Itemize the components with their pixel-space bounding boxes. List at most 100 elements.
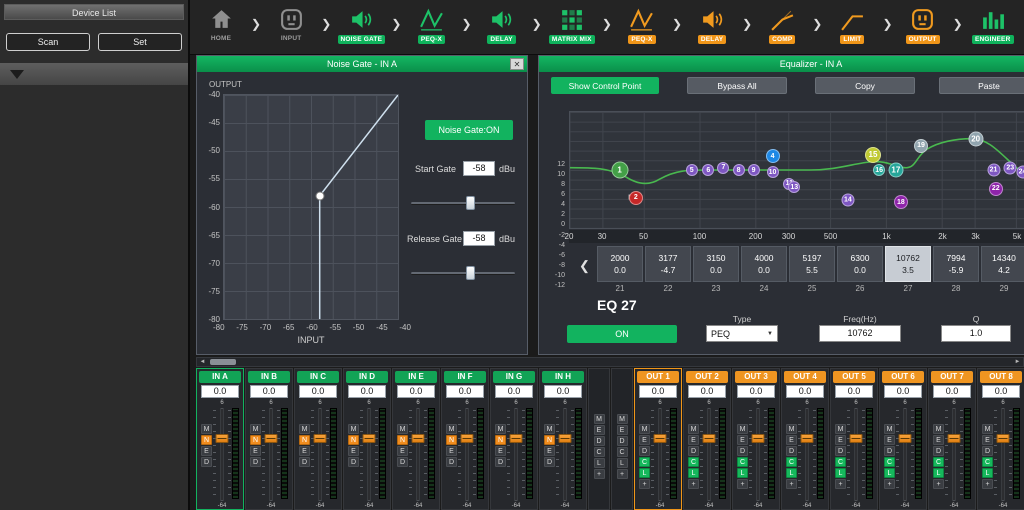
fader-handle[interactable] <box>703 434 716 443</box>
strip-button-d[interactable]: D <box>639 446 650 456</box>
channel-gain-value[interactable]: 0.0 <box>786 385 824 398</box>
strip-button-n[interactable]: N <box>495 435 506 445</box>
eq-control-point-7[interactable]: 7 <box>717 162 729 174</box>
strip-button-l[interactable]: L <box>835 468 846 478</box>
fader-handle[interactable] <box>363 434 376 443</box>
strip-button-m[interactable]: M <box>737 424 748 434</box>
strip-button-d[interactable]: D <box>786 446 797 456</box>
eq-control-point-6[interactable]: 6 <box>702 164 714 176</box>
strip-button-l[interactable]: L <box>933 468 944 478</box>
strip-button-plus[interactable]: + <box>835 479 846 489</box>
channel-gain-value[interactable]: 0.0 <box>982 385 1020 398</box>
strip-button-l[interactable]: L <box>982 468 993 478</box>
channel-gain-value[interactable]: 0.0 <box>495 385 533 398</box>
channel-label[interactable]: IN E <box>395 371 437 383</box>
eq-control-point-23[interactable]: 23 <box>1004 161 1017 174</box>
channel-strip-out-7[interactable]: OUT 70.0MEDCL+6-64 <box>928 368 976 510</box>
channel-fader[interactable]: 6-64 <box>946 400 962 509</box>
strip-button-d[interactable]: D <box>495 457 506 467</box>
eq-control-point-4[interactable]: 4 <box>766 149 780 163</box>
strip-button-c[interactable]: C <box>688 457 699 467</box>
channel-fader[interactable]: 6-64 <box>557 400 573 509</box>
strip-button-plus[interactable]: + <box>639 479 650 489</box>
eq-band-28[interactable]: 7994-5.928 <box>933 246 979 293</box>
channel-strip-out-8[interactable]: OUT 80.0MEDCL+6-64 <box>977 368 1024 510</box>
strip-button-e[interactable]: E <box>594 425 605 435</box>
toolbar-module-comp[interactable]: COMP <box>755 5 809 44</box>
strip-button-m[interactable]: M <box>594 414 605 424</box>
channel-gain-value[interactable]: 0.0 <box>250 385 288 398</box>
strip-button-e[interactable]: E <box>397 446 408 456</box>
strip-button-e[interactable]: E <box>933 435 944 445</box>
strip-button-d[interactable]: D <box>594 436 605 446</box>
fader-handle[interactable] <box>654 434 667 443</box>
strip-button-plus[interactable]: + <box>737 479 748 489</box>
set-button[interactable]: Set <box>98 33 182 51</box>
channel-strip-in-f[interactable]: IN F0.0MNED6-64 <box>441 368 489 510</box>
strip-button-plus[interactable]: + <box>884 479 895 489</box>
start-gate-slider[interactable] <box>411 196 515 210</box>
strip-button-c[interactable]: C <box>594 447 605 457</box>
eq-control-point-8[interactable]: 8 <box>733 164 745 176</box>
strip-button-m[interactable]: M <box>348 424 359 434</box>
strip-button-m[interactable]: M <box>495 424 506 434</box>
start-gate-value[interactable]: -58 <box>463 161 495 176</box>
strip-button-e[interactable]: E <box>737 435 748 445</box>
eq-control-point-13[interactable]: 13 <box>788 181 800 193</box>
strip-button-e[interactable]: E <box>688 435 699 445</box>
strip-button-d[interactable]: D <box>544 457 555 467</box>
channel-fader[interactable]: 6-64 <box>459 400 475 509</box>
strip-button-e[interactable]: E <box>250 446 261 456</box>
channel-label[interactable]: IN G <box>493 371 535 383</box>
slider-thumb[interactable] <box>466 196 475 210</box>
noise-gate-titlebar[interactable]: Noise Gate - IN A ✕ <box>197 56 527 72</box>
close-icon[interactable]: ✕ <box>510 58 524 70</box>
channel-fader[interactable]: 6-64 <box>897 400 913 509</box>
strip-button-e[interactable]: E <box>639 435 650 445</box>
strip-button-d[interactable]: D <box>737 446 748 456</box>
strip-button-m[interactable]: M <box>933 424 944 434</box>
channel-gain-value[interactable]: 0.0 <box>737 385 775 398</box>
eq-band-values[interactable]: 7994-5.9 <box>933 246 979 282</box>
channel-strip-out-4[interactable]: OUT 40.0MEDCL+6-64 <box>781 368 829 510</box>
channel-gain-value[interactable]: 0.0 <box>884 385 922 398</box>
channel-label[interactable]: IN C <box>297 371 339 383</box>
channel-fader[interactable]: 6-64 <box>750 400 766 509</box>
strip-button-m[interactable]: M <box>617 414 628 424</box>
eq-band-values[interactable]: 51975.5 <box>789 246 835 282</box>
toolbar-module-output[interactable]: OUTPUT <box>896 5 950 44</box>
toolbar-module-peq-x[interactable]: PEQ-X <box>615 5 669 44</box>
eq-control-point-15[interactable]: 15 <box>865 147 881 163</box>
device-tree-toggle[interactable] <box>0 63 188 85</box>
q-input[interactable]: 1.0 <box>941 325 1011 342</box>
horizontal-scrollbar[interactable]: ◄ ► <box>196 357 1024 367</box>
strip-button-d[interactable]: D <box>884 446 895 456</box>
channel-gain-value[interactable]: 0.0 <box>544 385 582 398</box>
strip-button-e[interactable]: E <box>495 446 506 456</box>
strip-button-c[interactable]: C <box>737 457 748 467</box>
channel-gain-value[interactable]: 0.0 <box>299 385 337 398</box>
release-gate-slider[interactable] <box>411 266 515 280</box>
bypass-all-button[interactable]: Bypass All <box>687 77 787 94</box>
strip-button-e[interactable]: E <box>446 446 457 456</box>
toolbar-module-delay[interactable]: DELAY <box>475 5 529 44</box>
channel-fader[interactable]: 6-64 <box>263 400 279 509</box>
channel-strip-out-1[interactable]: OUT 10.0MEDCL+6-64 <box>634 368 682 510</box>
channel-gain-value[interactable]: 0.0 <box>639 385 677 398</box>
strip-button-e[interactable]: E <box>348 446 359 456</box>
fader-handle[interactable] <box>899 434 912 443</box>
filter-type-dropdown[interactable]: PEQ ▼ <box>706 325 778 342</box>
eq-band-22[interactable]: 3177-4.722 <box>645 246 691 293</box>
strip-button-l[interactable]: L <box>617 458 628 468</box>
strip-button-d[interactable]: D <box>299 457 310 467</box>
fader-handle[interactable] <box>559 434 572 443</box>
channel-label[interactable]: IN D <box>346 371 388 383</box>
scrollbar-thumb[interactable] <box>210 359 236 365</box>
strip-button-l[interactable]: L <box>594 458 605 468</box>
channel-gain-value[interactable]: 0.0 <box>201 385 239 398</box>
toolbar-module-noise-gate[interactable]: NOISE GATE <box>334 5 388 44</box>
scan-button[interactable]: Scan <box>6 33 90 51</box>
strip-button-m[interactable]: M <box>786 424 797 434</box>
freq-input[interactable]: 10762 <box>819 325 901 342</box>
noise-gate-power-button[interactable]: Noise Gate:ON <box>425 120 513 140</box>
